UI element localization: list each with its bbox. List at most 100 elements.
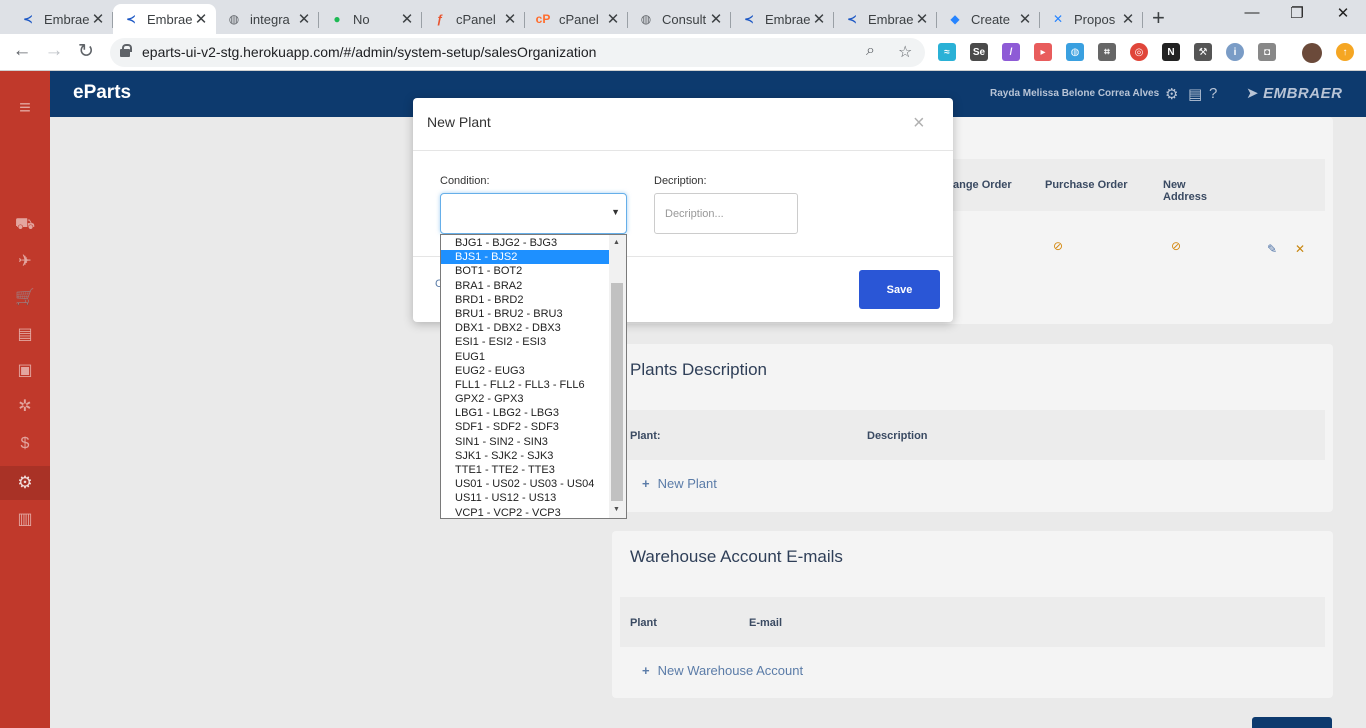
save-button[interactable]: Save <box>859 270 940 309</box>
dropdown-option[interactable]: BRA1 - BRA2 <box>441 279 609 293</box>
delete-icon[interactable]: ✕ <box>1295 242 1305 256</box>
globe-extension-icon[interactable]: ◍ <box>1066 43 1084 61</box>
dropdown-option[interactable]: FLL1 - FLL2 - FLL3 - FLL6 <box>441 378 609 392</box>
scrollbar[interactable]: ▲ ▼ <box>609 235 626 518</box>
column-header: Purchase Order <box>1045 179 1128 191</box>
tab-label: cPanel <box>559 11 599 27</box>
browser-tab[interactable]: ● No ✕ <box>319 4 422 34</box>
tab-label: Propos <box>1074 11 1116 27</box>
dropdown-option[interactable]: VCP1 - VCP2 - VCP3 <box>441 506 609 518</box>
gear-icon[interactable]: ⚙ <box>1165 85 1178 103</box>
browser-tab[interactable]: ◍ integra ✕ <box>216 4 319 34</box>
scrollbar-thumb[interactable] <box>611 283 623 501</box>
tab-close-icon[interactable]: ✕ <box>707 10 725 28</box>
tab-close-icon[interactable]: ✕ <box>501 10 519 28</box>
menu-icon[interactable]: ≡ <box>14 97 36 119</box>
settings-active-item[interactable]: ⚙ <box>0 466 50 500</box>
lifebuoy-extension-icon[interactable]: ◎ <box>1130 43 1148 61</box>
browser-tab[interactable]: ◆ Create ✕ <box>937 4 1040 34</box>
zoom-icon[interactable]: ⌕ <box>866 42 875 60</box>
condition-dropdown-list[interactable]: BJG1 - BJG2 - BJG3 BJS1 - BJS2 BOT1 - BOT2… <box>440 234 627 519</box>
browser-tab[interactable]: ≺ Embrae ✕ <box>731 4 834 34</box>
browser-tab[interactable]: ≺ Embrae ✕ <box>113 4 216 34</box>
document-icon[interactable]: ▤ <box>14 323 36 345</box>
sidebar: ≡ ⛟ ✈ 🛒 ▤ ▣ ✲ $ ⚙ ▥ <box>0 71 50 728</box>
browser-tab[interactable]: ✕ Propos ✕ <box>1040 4 1143 34</box>
tab-close-icon[interactable]: ✕ <box>192 10 210 28</box>
tab-close-icon[interactable]: ✕ <box>913 10 931 28</box>
dropdown-option[interactable]: BRD1 - BRD2 <box>441 293 609 307</box>
cogs-icon[interactable]: ✲ <box>14 395 36 417</box>
scroll-up-icon[interactable]: ▲ <box>613 239 620 246</box>
tab-close-icon[interactable]: ✕ <box>1119 10 1137 28</box>
dropdown-option[interactable]: SJK1 - SJK2 - SJK3 <box>441 449 609 463</box>
tab-close-icon[interactable]: ✕ <box>604 10 622 28</box>
box-icon[interactable]: ▣ <box>14 359 36 381</box>
dropdown-option[interactable]: EUG1 <box>441 350 609 364</box>
browser-tab[interactable]: cP cPanel ✕ <box>525 4 628 34</box>
browser-tab[interactable]: ≺ Embrae ✕ <box>834 4 937 34</box>
dropdown-option[interactable]: ESI1 - ESI2 - ESI3 <box>441 335 609 349</box>
notion-extension-icon[interactable]: N <box>1162 43 1180 61</box>
dropdown-option[interactable]: DBX1 - DBX2 - DBX3 <box>441 321 609 335</box>
dropdown-option[interactable]: BOT1 - BOT2 <box>441 264 609 278</box>
info-extension-icon[interactable]: i <box>1226 43 1244 61</box>
dropdown-option[interactable]: EUG2 - EUG3 <box>441 364 609 378</box>
tools-extension-icon[interactable]: ⚒ <box>1194 43 1212 61</box>
bottom-button[interactable] <box>1252 717 1332 728</box>
dropdown-option[interactable]: US11 - US12 - US13 <box>441 491 609 505</box>
bar-chart-icon[interactable]: ▥ <box>14 508 36 530</box>
extension-icon[interactable]: ≈ <box>938 43 956 61</box>
money-icon[interactable]: $ <box>14 433 36 455</box>
tab-close-icon[interactable]: ✕ <box>89 10 107 28</box>
update-icon[interactable]: ↑ <box>1336 43 1354 61</box>
close-icon[interactable]: × <box>913 112 925 135</box>
close-window-button[interactable]: ✕ <box>1323 4 1363 22</box>
forward-arrow-icon[interactable]: → <box>42 40 66 62</box>
minimize-button[interactable]: — <box>1232 4 1272 21</box>
back-arrow-icon[interactable]: ← <box>10 40 34 62</box>
condition-select[interactable]: ▼ <box>440 193 627 234</box>
manual-icon[interactable]: ▤ <box>1188 85 1202 103</box>
plants-description-card: Plants Description Plant: Description + N… <box>612 344 1333 512</box>
browser-tab[interactable]: ≺ Embrae ✕ <box>10 4 113 34</box>
table-header <box>620 410 1325 460</box>
dropdown-option[interactable]: LBG1 - LBG2 - LBG3 <box>441 406 609 420</box>
dropdown-option[interactable]: BJG1 - BJG2 - BJG3 <box>441 236 609 250</box>
reload-icon[interactable]: ↻ <box>74 40 98 63</box>
dropdown-option[interactable]: US01 - US02 - US03 - US04 <box>441 477 609 491</box>
arrow-extension-icon[interactable]: ▸ <box>1034 43 1052 61</box>
brand-logo[interactable]: eParts <box>73 82 131 104</box>
dropdown-option[interactable]: SDF1 - SDF2 - SDF3 <box>441 420 609 434</box>
url-field[interactable]: eparts-ui-v2-stg.herokuapp.com/#/admin/s… <box>110 38 925 67</box>
camera-extension-icon[interactable]: ◘ <box>1258 43 1276 61</box>
pen-extension-icon[interactable]: / <box>1002 43 1020 61</box>
user-name[interactable]: Rayda Melissa Belone Correa Alves <box>990 88 1159 99</box>
edit-icon[interactable]: ✎ <box>1267 242 1277 256</box>
new-tab-button[interactable]: + <box>1152 5 1165 31</box>
dropdown-option[interactable]: SIN1 - SIN2 - SIN3 <box>441 435 609 449</box>
new-plant-link[interactable]: + New Plant <box>642 476 717 491</box>
tab-close-icon[interactable]: ✕ <box>295 10 313 28</box>
description-input[interactable] <box>654 193 798 234</box>
tab-close-icon[interactable]: ✕ <box>810 10 828 28</box>
dropdown-option[interactable]: BRU1 - BRU2 - BRU3 <box>441 307 609 321</box>
bookmark-star-icon[interactable]: ☆ <box>898 42 912 62</box>
truck-icon[interactable]: ⛟ <box>14 214 36 236</box>
tab-close-icon[interactable]: ✕ <box>398 10 416 28</box>
dropdown-option[interactable]: GPX2 - GPX3 <box>441 392 609 406</box>
dropdown-option[interactable]: BJS1 - BJS2 <box>441 250 609 265</box>
tab-close-icon[interactable]: ✕ <box>1016 10 1034 28</box>
help-icon[interactable]: ? <box>1209 85 1217 102</box>
browser-tab[interactable]: ◍ Consult ✕ <box>628 4 731 34</box>
selenium-extension-icon[interactable]: Se <box>970 43 988 61</box>
avatar[interactable] <box>1302 43 1322 63</box>
scan-extension-icon[interactable]: ⌗ <box>1098 43 1116 61</box>
new-warehouse-link[interactable]: + New Warehouse Account <box>642 663 803 678</box>
scroll-down-icon[interactable]: ▼ <box>613 506 620 513</box>
airplane-icon[interactable]: ✈ <box>14 250 36 272</box>
dropdown-option[interactable]: TTE1 - TTE2 - TTE3 <box>441 463 609 477</box>
cart-icon[interactable]: 🛒 <box>14 286 36 308</box>
browser-tab[interactable]: ƒ cPanel ✕ <box>422 4 525 34</box>
restore-button[interactable]: ❐ <box>1277 4 1317 22</box>
